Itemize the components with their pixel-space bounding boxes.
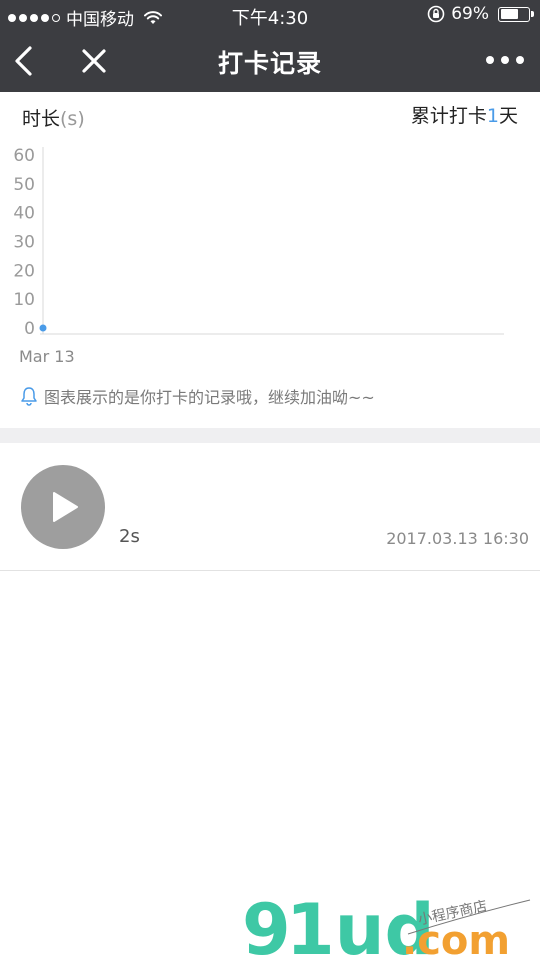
record-duration: 2s <box>119 526 140 547</box>
chart-tip: 图表展示的是你打卡的记录哦，继续加油呦~~ <box>20 384 375 408</box>
nav-bar: 打卡记录 <box>0 30 540 92</box>
section-divider <box>0 428 540 443</box>
battery-percent: 69% <box>451 4 489 24</box>
data-point <box>39 324 47 332</box>
bell-icon <box>21 387 37 406</box>
watermark-logo: 9 1ud .com 小程序商店 <box>242 889 531 960</box>
y-tick-label: 60 <box>13 146 35 166</box>
battery-fill <box>500 9 519 19</box>
streak-summary: 累计打卡1天 <box>411 101 518 128</box>
streak-suffix: 天 <box>498 105 518 127</box>
record-timestamp: 2017.03.13 16:30 <box>386 529 529 548</box>
record-row: 2s 2017.03.13 16:30 <box>0 443 540 571</box>
y-tick-label: 10 <box>13 290 35 310</box>
more-button[interactable] <box>486 52 524 68</box>
tip-text: 图表展示的是你打卡的记录哦，继续加油呦~~ <box>44 388 375 407</box>
streak-days: 1 <box>486 105 499 127</box>
y-tick-label: 40 <box>13 204 35 224</box>
more-dot <box>486 56 494 64</box>
x-tick-label: Mar 13 <box>19 347 75 366</box>
chart-header: 时长(s) 累计打卡1天 <box>22 104 518 130</box>
chart-y-label: 时长(s) <box>22 104 85 131</box>
battery-icon <box>498 6 534 22</box>
watermark-number: 9 <box>242 889 291 960</box>
watermark-tld: .com <box>402 918 510 960</box>
y-tick-label: 30 <box>13 233 35 253</box>
y-tick-label: 50 <box>13 175 35 195</box>
y-label-unit: (s) <box>60 108 85 130</box>
duration-chart: 60 50 40 30 20 10 0 Mar 13 <box>13 146 504 366</box>
page: 中国移动 下午4:30 69% 打卡记录 时长(s) 累计打卡1天 60 50 … <box>0 0 540 960</box>
status-right: 69% <box>427 4 534 24</box>
y-tick-label: 0 <box>24 319 35 339</box>
y-tick-label: 20 <box>13 261 35 281</box>
play-icon <box>53 492 78 522</box>
play-button[interactable] <box>21 465 105 549</box>
streak-prefix: 累计打卡 <box>410 105 487 127</box>
rotation-lock-icon <box>427 5 445 23</box>
page-title: 打卡记录 <box>217 49 322 78</box>
more-dot <box>501 56 509 64</box>
status-bar: 中国移动 下午4:30 69% <box>0 0 540 30</box>
top-bar: 中国移动 下午4:30 69% 打卡记录 <box>0 0 540 92</box>
more-dot <box>516 56 524 64</box>
y-label-text: 时长 <box>22 108 61 130</box>
